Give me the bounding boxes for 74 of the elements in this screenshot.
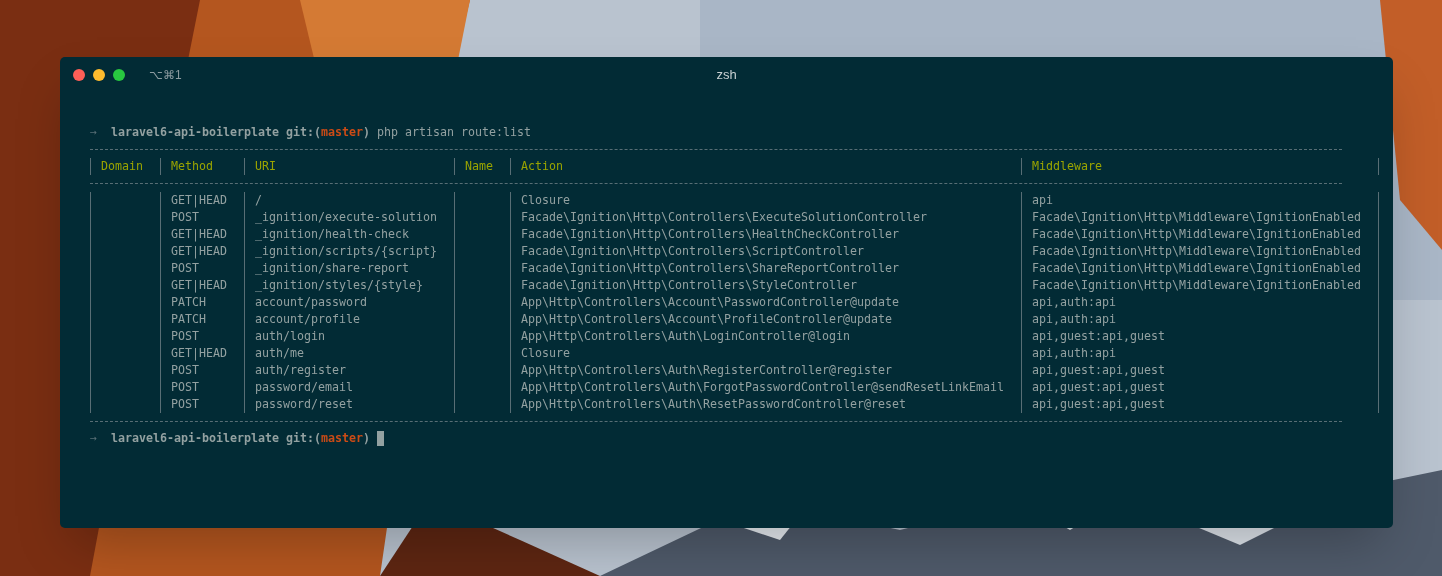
- table-cell: api,guest:api,guest: [1032, 379, 1165, 396]
- table-cell: Facade\Ignition\Http\Controllers\HealthCheckController: [521, 226, 899, 243]
- tab-shortcut: ⌥⌘1: [149, 67, 182, 84]
- table-cell: GET|HEAD: [171, 226, 227, 243]
- table-cell: password/reset: [255, 396, 353, 413]
- table-cell: GET|HEAD: [171, 192, 227, 209]
- window-title: zsh: [716, 66, 737, 85]
- table-cell: Facade\Ignition\Http\Middleware\IgnitionEnabled: [1032, 260, 1361, 277]
- table-cell: auth/me: [255, 345, 304, 362]
- table-cell: Facade\Ignition\Http\Middleware\IgnitionEnabled: [1032, 243, 1361, 260]
- prompt-arrow: →: [90, 124, 97, 141]
- table-cell: Closure: [521, 192, 570, 209]
- table-cell: /: [255, 192, 262, 209]
- git-branch: master: [321, 430, 363, 447]
- column-header: Domain: [101, 158, 143, 175]
- table-cell: _ignition/health-check: [255, 226, 409, 243]
- table-cell: Facade\Ignition\Http\Middleware\IgnitionEnabled: [1032, 226, 1361, 243]
- table-cell: auth/register: [255, 362, 346, 379]
- table-cell: App\Http\Controllers\Account\ProfileController@update: [521, 311, 892, 328]
- table-cell: Facade\Ignition\Http\Controllers\StyleController: [521, 277, 857, 294]
- table-cell: Facade\Ignition\Http\Controllers\ScriptController: [521, 243, 864, 260]
- table-cell: POST: [171, 209, 199, 226]
- table-cell: Facade\Ignition\Http\Middleware\IgnitionEnabled: [1032, 209, 1361, 226]
- table-cell: account/password: [255, 294, 367, 311]
- table-cell: App\Http\Controllers\Auth\LoginController@login: [521, 328, 850, 345]
- column-header: Method: [171, 158, 213, 175]
- table-cell: password/email: [255, 379, 353, 396]
- table-cell: api,auth:api: [1032, 311, 1116, 328]
- close-button[interactable]: [73, 69, 85, 81]
- table-cell: PATCH: [171, 311, 206, 328]
- column-header: URI: [255, 158, 276, 175]
- table-cell: GET|HEAD: [171, 277, 227, 294]
- table-cell: _ignition/scripts/{script}: [255, 243, 437, 260]
- table-cell: PATCH: [171, 294, 206, 311]
- git-label: git:(: [286, 124, 321, 141]
- table-cell: api,guest:api,guest: [1032, 362, 1165, 379]
- git-label: ): [363, 124, 370, 141]
- table-cell: App\Http\Controllers\Auth\ForgotPasswordController@sendResetLinkEmail: [521, 379, 1004, 396]
- table-cell: _ignition/share-report: [255, 260, 409, 277]
- table-cell: GET|HEAD: [171, 243, 227, 260]
- table-cell: auth/login: [255, 328, 325, 345]
- column-header: Action: [521, 158, 563, 175]
- column-header: Name: [465, 158, 493, 175]
- table-cell: POST: [171, 260, 199, 277]
- directory-name: laravel6-api-boilerplate: [111, 430, 279, 447]
- minimize-button[interactable]: [93, 69, 105, 81]
- table-cell: _ignition/execute-solution: [255, 209, 437, 226]
- table-cell: api,auth:api: [1032, 345, 1116, 362]
- table-cell: App\Http\Controllers\Auth\RegisterController@register: [521, 362, 892, 379]
- table-cell: POST: [171, 362, 199, 379]
- table-cell: Facade\Ignition\Http\Controllers\ShareReportController: [521, 260, 899, 277]
- command-text: php artisan route:list: [377, 124, 531, 141]
- prompt-arrow: →: [90, 430, 97, 447]
- table-cell: App\Http\Controllers\Account\PasswordController@update: [521, 294, 899, 311]
- directory-name: laravel6-api-boilerplate: [111, 124, 279, 141]
- table-cell: api,guest:api,guest: [1032, 396, 1165, 413]
- git-branch: master: [321, 124, 363, 141]
- git-label: ): [363, 430, 370, 447]
- table-cell: App\Http\Controllers\Auth\ResetPasswordController@reset: [521, 396, 906, 413]
- table-cell: Facade\Ignition\Http\Controllers\ExecuteSolutionController: [521, 209, 927, 226]
- column-header: Middleware: [1032, 158, 1102, 175]
- table-cell: GET|HEAD: [171, 345, 227, 362]
- table-cell: POST: [171, 328, 199, 345]
- table-cell: _ignition/styles/{style}: [255, 277, 423, 294]
- table-cell: POST: [171, 396, 199, 413]
- table-cell: api,auth:api: [1032, 294, 1116, 311]
- table-cell: Facade\Ignition\Http\Middleware\IgnitionEnabled: [1032, 277, 1361, 294]
- table-cell: Closure: [521, 345, 570, 362]
- table-cell: api: [1032, 192, 1053, 209]
- table-cell: api,guest:api,guest: [1032, 328, 1165, 345]
- table-cell: account/profile: [255, 311, 360, 328]
- table-cell: POST: [171, 379, 199, 396]
- git-label: git:(: [286, 430, 321, 447]
- zoom-button[interactable]: [113, 69, 125, 81]
